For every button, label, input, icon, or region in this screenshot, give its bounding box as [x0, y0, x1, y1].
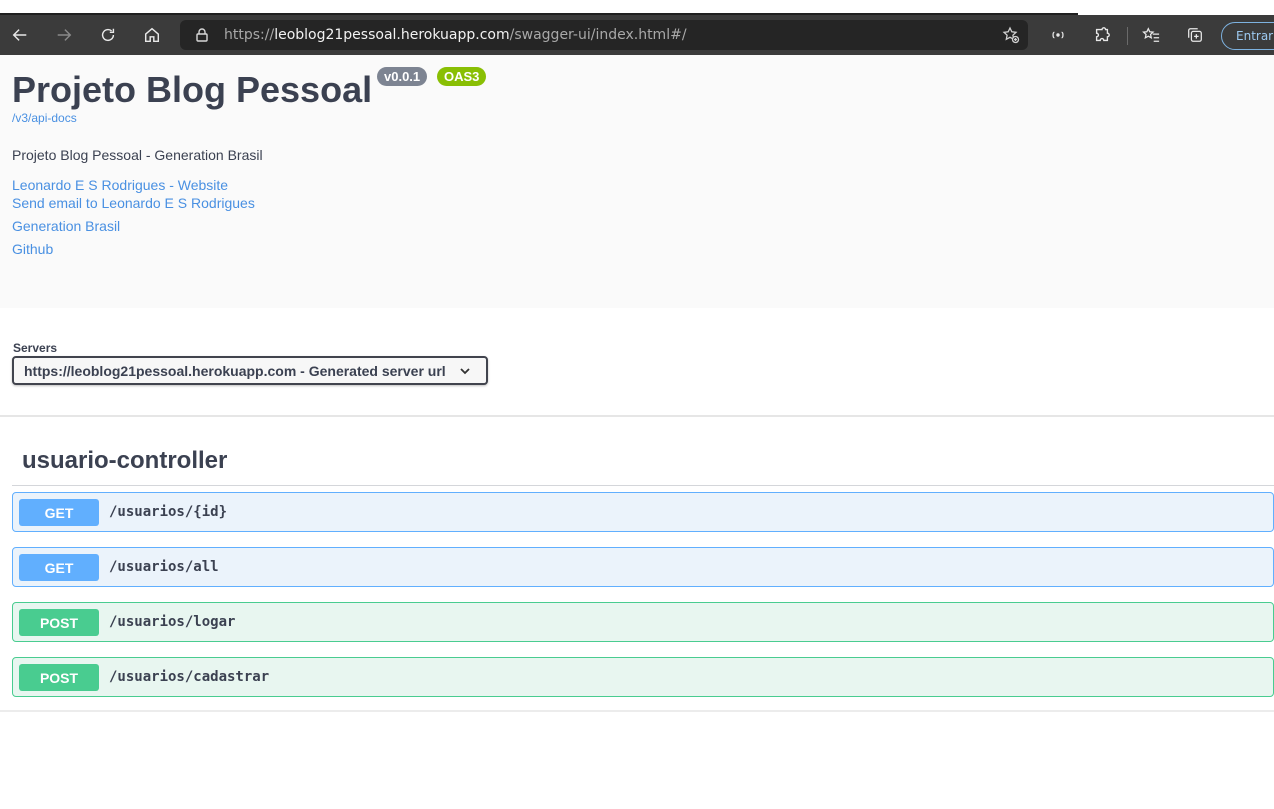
tag-underline	[12, 485, 1274, 486]
api-description: Projeto Blog Pessoal - Generation Brasil	[12, 147, 263, 163]
operation-get-usuarios-all[interactable]: GET /usuarios/all	[12, 547, 1274, 587]
operation-path: /usuarios/cadastrar	[109, 669, 270, 685]
browser-toolbar: https://leoblog21pessoal.herokuapp.com/s…	[0, 15, 1274, 55]
operation-get-usuario-by-id[interactable]: GET /usuarios/{id}	[12, 492, 1274, 532]
info-section: Projeto Blog Pessoal v0.0.1 OAS3 /v3/api…	[0, 55, 1274, 308]
operation-post-logar[interactable]: POST /usuarios/logar	[12, 602, 1274, 642]
reading-mode-icon[interactable]	[1044, 21, 1072, 49]
method-badge: POST	[19, 609, 99, 636]
website-link[interactable]: Leonardo E S Rodrigues - Website	[12, 177, 228, 193]
toolbar-separator	[1127, 27, 1128, 45]
url-path: /swagger-ui/index.html#/	[509, 27, 687, 43]
operation-path: /usuarios/{id}	[109, 504, 228, 520]
server-selected-value: https://leoblog21pessoal.herokuapp.com -…	[24, 363, 446, 379]
back-arrow-icon[interactable]	[6, 21, 34, 49]
email-link[interactable]: Send email to Leonardo E S Rodrigues	[12, 195, 255, 211]
operation-post-cadastrar[interactable]: POST /usuarios/cadastrar	[12, 657, 1274, 697]
spec-url-link[interactable]: /v3/api-docs	[12, 111, 77, 125]
address-bar[interactable]: https://leoblog21pessoal.herokuapp.com/s…	[180, 20, 1028, 50]
add-favorite-icon[interactable]	[1002, 26, 1020, 44]
chevron-down-icon	[460, 368, 470, 375]
method-badge: GET	[19, 499, 99, 526]
collections-icon[interactable]	[1181, 21, 1209, 49]
url-prefix: https://	[224, 27, 275, 43]
window-top-strip	[0, 0, 1274, 15]
tag-title[interactable]: usuario-controller	[22, 447, 227, 475]
external-docs-link[interactable]: Github	[12, 241, 53, 257]
section-bottom-divider	[0, 710, 1274, 712]
oas-badge: OAS3	[437, 67, 487, 86]
operation-path: /usuarios/logar	[109, 614, 236, 630]
servers-label: Servers	[13, 341, 58, 355]
signin-button[interactable]: Entrar	[1221, 22, 1274, 50]
address-url: https://leoblog21pessoal.herokuapp.com/s…	[224, 27, 687, 43]
method-badge: GET	[19, 554, 99, 581]
operation-path: /usuarios/all	[109, 559, 219, 575]
section-divider	[0, 415, 1274, 417]
server-select[interactable]: https://leoblog21pessoal.herokuapp.com -…	[12, 356, 488, 385]
refresh-icon[interactable]	[94, 21, 122, 49]
page-title: Projeto Blog Pessoal	[12, 69, 373, 110]
version-badge: v0.0.1	[377, 67, 428, 86]
forward-arrow-icon[interactable]	[50, 21, 78, 49]
home-icon[interactable]	[138, 21, 166, 49]
license-link[interactable]: Generation Brasil	[12, 218, 120, 234]
method-badge: POST	[19, 664, 99, 691]
favorites-icon[interactable]	[1137, 21, 1165, 49]
extensions-icon[interactable]	[1088, 21, 1116, 49]
url-host: leoblog21pessoal.herokuapp.com	[274, 27, 510, 43]
lock-icon	[196, 28, 208, 42]
